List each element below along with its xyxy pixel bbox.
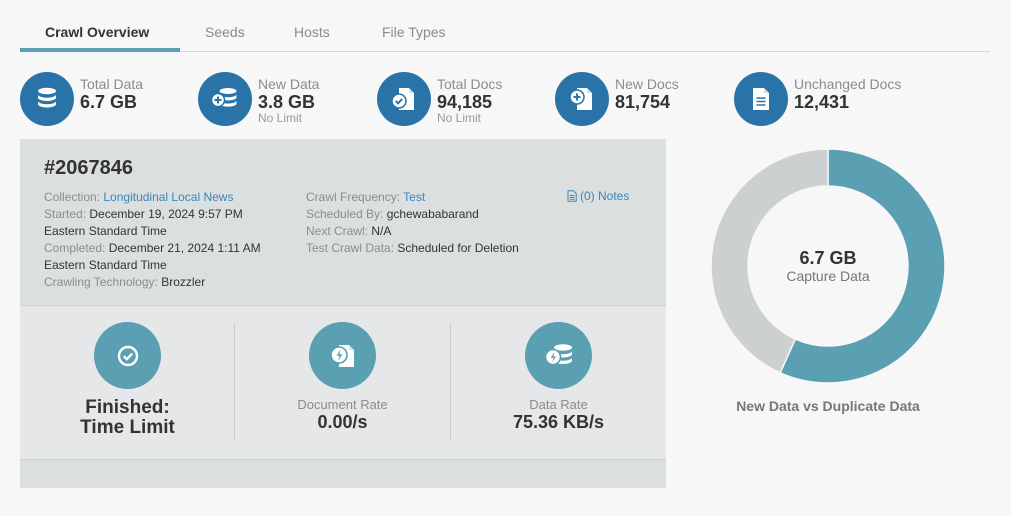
- document-icon: [734, 72, 788, 126]
- completed-label: Completed:: [44, 241, 106, 255]
- stat-value: 3.8 GB: [258, 92, 316, 112]
- tab-seeds[interactable]: Seeds: [205, 24, 245, 40]
- document-rate-label: Document Rate: [297, 397, 388, 412]
- donut-center: 6.7 GB Capture Data: [711, 149, 945, 383]
- donut-value: 6.7 GB: [799, 248, 857, 268]
- started-label: Started:: [44, 207, 87, 221]
- next-crawl-label: Next Crawl:: [306, 224, 369, 238]
- stat-sub: No Limit: [258, 111, 303, 125]
- notes-label: (0) Notes: [580, 189, 630, 203]
- crawl-summary-panel: #2067846 Collection: Longitudinal Local …: [20, 139, 666, 488]
- next-crawl-value: N/A: [371, 224, 392, 238]
- tab-file-types[interactable]: File Types: [382, 24, 446, 40]
- crawl-details: #2067846 Collection: Longitudinal Local …: [20, 139, 666, 306]
- stat-sub: No Limit: [437, 111, 482, 125]
- notes-icon: [567, 190, 577, 202]
- tab-bar: Crawl Overview Seeds Hosts File Types: [20, 20, 990, 52]
- stat-value: 12,431: [794, 92, 850, 112]
- tab-crawl-overview[interactable]: Crawl Overview: [45, 24, 149, 40]
- collection-label: Collection:: [44, 190, 101, 204]
- notes-link[interactable]: (0) Notes: [567, 189, 629, 203]
- stat-value: 81,754: [615, 92, 671, 112]
- database-bolt-icon: [525, 322, 592, 389]
- metric-status: Finished: Time Limit: [20, 322, 235, 438]
- tab-hosts[interactable]: Hosts: [294, 24, 330, 40]
- technology-value: Brozzler: [161, 275, 206, 289]
- started-timezone: Eastern Standard Time: [44, 224, 167, 238]
- status-line2: Time Limit: [80, 417, 175, 438]
- document-rate-value: 0.00/s: [317, 412, 368, 432]
- document-plus-icon: [555, 72, 609, 126]
- stat-label: New Data: [258, 76, 320, 92]
- completed-value: December 21, 2024 1:11 AM: [108, 241, 261, 255]
- data-rate-value: 75.36 KB/s: [512, 412, 605, 432]
- document-check-icon: [377, 72, 431, 126]
- test-data-value: Scheduled for Deletion: [397, 241, 519, 255]
- stat-value: 6.7 GB: [80, 92, 138, 112]
- database-plus-icon: [198, 72, 252, 126]
- donut-caption: New Data vs Duplicate Data: [736, 398, 920, 414]
- stat-label: Total Data: [80, 76, 144, 92]
- technology-label: Crawling Technology:: [44, 275, 158, 289]
- test-data-label: Test Crawl Data:: [306, 241, 395, 255]
- completed-timezone: Eastern Standard Time: [44, 258, 167, 272]
- started-value: December 19, 2024 9:57 PM: [89, 207, 243, 221]
- crawl-id: #2067846: [44, 157, 133, 179]
- crawl-meta-right: Crawl Frequency: Test Scheduled By: gche…: [306, 189, 519, 257]
- frequency-label: Crawl Frequency:: [306, 190, 401, 204]
- metric-document-rate: Document Rate 0.00/s: [235, 322, 450, 432]
- stat-value: 94,185: [437, 92, 493, 112]
- stat-label: Unchanged Docs: [794, 76, 902, 92]
- data-rate-label: Data Rate: [529, 397, 588, 412]
- scheduled-by-value: gchewababarand: [386, 207, 479, 221]
- stat-label: Total Docs: [437, 76, 503, 92]
- check-circle-icon: [94, 322, 161, 389]
- crawl-metrics: Finished: Time Limit Document Rate 0.00/…: [20, 307, 666, 459]
- scheduled-by-label: Scheduled By:: [306, 207, 384, 221]
- database-icon: [20, 72, 74, 126]
- status-line1: Finished:: [85, 397, 170, 418]
- panel-footer: [20, 459, 666, 488]
- crawl-meta-left: Collection: Longitudinal Local News Star…: [44, 189, 261, 291]
- document-bolt-icon: [309, 322, 376, 389]
- metric-data-rate: Data Rate 75.36 KB/s: [451, 322, 666, 432]
- collection-link[interactable]: Longitudinal Local News: [103, 190, 233, 204]
- frequency-link[interactable]: Test: [403, 190, 425, 204]
- stat-label: New Docs: [615, 76, 679, 92]
- donut-label: Capture Data: [786, 268, 870, 284]
- capture-data-donut: 6.7 GB Capture Data: [710, 148, 946, 384]
- active-tab-indicator: [20, 48, 180, 52]
